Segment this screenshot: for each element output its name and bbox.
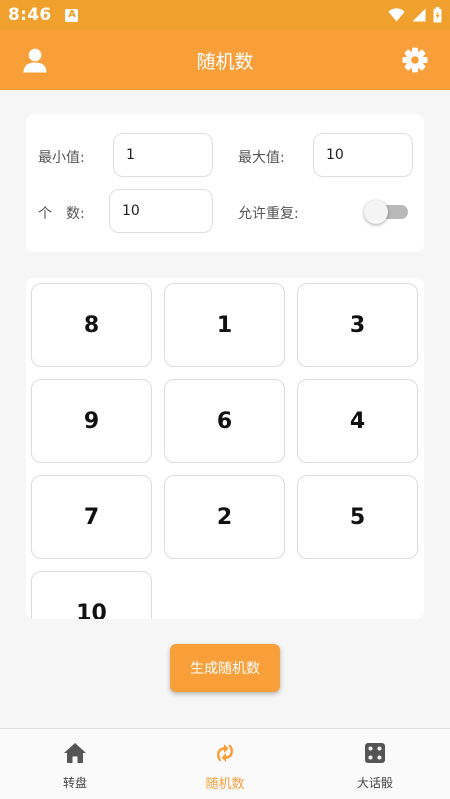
result-cell: 7 <box>31 475 152 559</box>
min-value-input[interactable] <box>113 133 213 177</box>
allow-repeat-toggle[interactable] <box>364 200 410 224</box>
signal-icon <box>412 8 426 22</box>
wifi-icon <box>388 8 405 22</box>
profile-button[interactable] <box>19 44 51 76</box>
app-notification-icon: A <box>65 8 79 22</box>
result-cell: 9 <box>31 379 152 463</box>
bottom-nav: 转盘 随机数 大话骰 <box>0 728 450 799</box>
result-cell: 4 <box>297 379 418 463</box>
swap-arrows-icon <box>213 741 237 765</box>
nav-label-wheel: 转盘 <box>62 776 87 790</box>
nav-item-random-number[interactable]: 随机数 <box>150 729 300 799</box>
allow-repeat-label: 允许重复: <box>238 206 299 222</box>
status-icons <box>388 7 442 23</box>
dice-icon <box>363 741 387 765</box>
result-cell: 5 <box>297 475 418 559</box>
result-cell: 10 <box>31 571 152 619</box>
generate-button[interactable]: 生成随机数 <box>170 644 280 692</box>
result-cell: 8 <box>31 283 152 367</box>
settings-button[interactable] <box>399 44 431 76</box>
battery-charging-icon <box>433 7 442 23</box>
nav-label-dice: 大话骰 <box>356 776 393 790</box>
home-icon <box>63 741 87 765</box>
results-grid: 8 1 3 9 6 4 7 2 5 10 <box>26 278 424 619</box>
result-cell: 1 <box>164 283 285 367</box>
result-cell: 2 <box>164 475 285 559</box>
app-bar: 随机数 <box>0 30 450 90</box>
toggle-thumb <box>364 200 388 224</box>
result-cell: 6 <box>164 379 285 463</box>
count-label: 个 数: <box>38 206 85 222</box>
status-time: 8:46 <box>8 5 52 25</box>
nav-label-random-number: 随机数 <box>205 777 245 792</box>
nav-item-wheel[interactable]: 转盘 <box>0 729 150 799</box>
app-notification-letter: A <box>68 9 76 20</box>
min-label: 最小值: <box>38 150 85 166</box>
result-cell: 3 <box>297 283 418 367</box>
nav-item-dice[interactable]: 大话骰 <box>300 729 450 799</box>
max-value-input[interactable] <box>313 133 413 177</box>
count-input[interactable] <box>109 189 213 233</box>
max-label: 最大值: <box>238 150 285 166</box>
gear-icon <box>402 47 428 73</box>
user-icon <box>23 48 47 73</box>
settings-card: 最小值: 最大值: 个 数: 允许重复: <box>26 114 424 252</box>
page-title: 随机数 <box>196 50 254 73</box>
status-bar: 8:46 A <box>0 0 450 30</box>
